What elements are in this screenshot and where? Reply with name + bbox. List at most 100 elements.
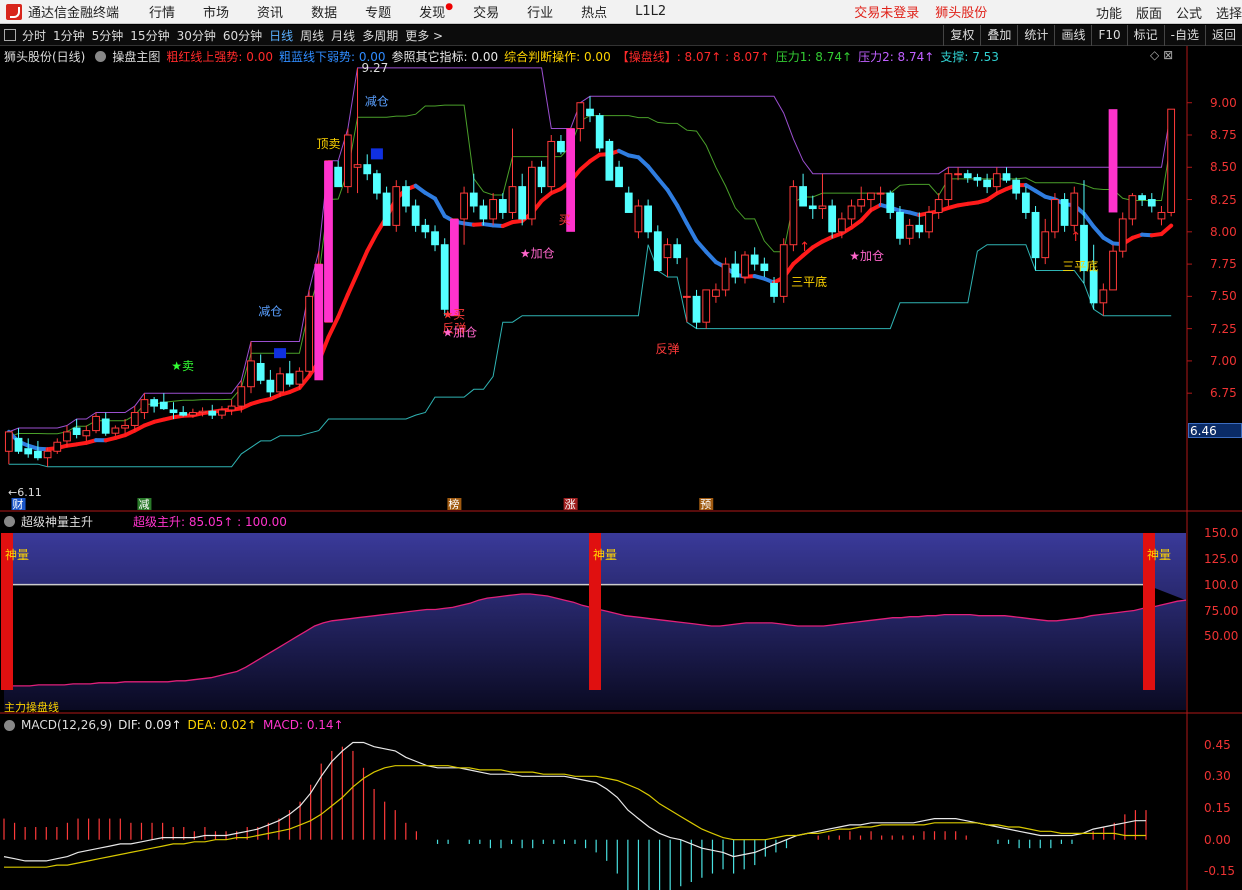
menu-item-function[interactable]: 功能 (1096, 3, 1122, 22)
sub1-value: 超级主升: 85.05↑ : 100.00 (133, 514, 287, 529)
candle-body (663, 244, 672, 259)
period-tab-monthly[interactable]: 月线 (331, 27, 355, 44)
overlay-button[interactable]: 叠加 (980, 25, 1017, 46)
operation-line-segment (355, 249, 370, 275)
login-status[interactable]: 交易未登录 (854, 2, 919, 21)
period-tab-daily[interactable]: 日线 (269, 27, 293, 44)
volume-spike-bar (1, 533, 13, 690)
candle-body (818, 205, 827, 210)
remove-watchlist-button[interactable]: -自选 (1163, 25, 1205, 46)
candle-body (34, 450, 42, 459)
operation-line-segment (6, 429, 21, 444)
candle-body (295, 370, 304, 385)
sub1-title[interactable]: 超级神量主升 (21, 513, 93, 530)
menu-item-news[interactable]: 资讯 (257, 2, 283, 21)
operation-line-segment (578, 159, 592, 172)
sub1-y-tick-label: 75.00 (1204, 603, 1239, 618)
period-tab-timeshare[interactable]: 分时 (22, 27, 46, 44)
operation-line-segment (374, 215, 389, 235)
candle-body (867, 192, 875, 201)
candle-body (498, 199, 507, 213)
candle-body (343, 134, 352, 188)
current-stock-name[interactable]: 狮头股份 (935, 2, 987, 21)
diamond-icon[interactable]: ◇ (1150, 48, 1159, 62)
operation-line-segment (675, 203, 689, 226)
back-button[interactable]: 返回 (1204, 25, 1242, 46)
menu-item-l1l2[interactable]: L1L2 (635, 4, 666, 19)
candle-body (276, 373, 284, 393)
candle-body (828, 205, 837, 233)
operation-line-segment (113, 433, 128, 440)
menu-item-industry[interactable]: 行业 (527, 2, 553, 21)
macd-y-tick-label: 0.15 (1204, 801, 1231, 815)
operation-line-segment (1052, 197, 1067, 207)
menu-item-topics[interactable]: 专题 (365, 2, 391, 21)
operation-line-segment (152, 417, 166, 424)
candle-body (576, 102, 585, 130)
macd-settings-icon[interactable] (4, 719, 15, 731)
candle-body (537, 166, 546, 188)
candle-body (760, 263, 769, 272)
period-tab-1min[interactable]: 1分钟 (53, 27, 85, 44)
candle-body (373, 173, 381, 194)
period-tab-5min[interactable]: 5分钟 (92, 27, 124, 44)
period-tab-60min[interactable]: 60分钟 (223, 27, 262, 44)
signal-annotation: 减仓 (258, 305, 282, 319)
candle-body (644, 205, 653, 233)
operation-line-segment (868, 202, 883, 213)
volume-spike-bar (1143, 533, 1155, 690)
period-tab-multi[interactable]: 多周期 (362, 27, 398, 44)
operation-line-segment (462, 221, 476, 227)
stats-button[interactable]: 统计 (1017, 25, 1054, 46)
indicator-name[interactable]: 操盘主图 (112, 48, 160, 65)
adjust-button[interactable]: 复权 (943, 25, 980, 46)
menu-item-discover[interactable]: 发现 ● (419, 2, 453, 21)
menu-item-data[interactable]: 数据 (311, 2, 337, 21)
candle-body (402, 186, 410, 207)
sub1-settings-icon[interactable] (4, 515, 15, 527)
y-tick-label: 6.75 (1210, 386, 1237, 401)
indicator-settings-icon[interactable] (95, 50, 107, 62)
period-tab-30min[interactable]: 30分钟 (177, 27, 216, 44)
operation-line-segment (1081, 211, 1096, 229)
operation-line-segment (713, 260, 728, 270)
candle-body (1147, 199, 1156, 207)
macd-title[interactable]: MACD(12,26,9) (21, 718, 112, 732)
strong-signal-bar (566, 128, 576, 232)
operation-line-segment (1140, 232, 1154, 238)
menu-item-quotes[interactable]: 行情 (149, 2, 175, 21)
period-tab-more[interactable]: 更多 > (405, 27, 443, 44)
operation-line-segment (849, 218, 864, 230)
operation-line-segment (617, 148, 631, 158)
operation-line-segment (704, 249, 718, 265)
candle-body (634, 205, 643, 233)
candle-body (324, 160, 333, 323)
candle-body (731, 263, 740, 278)
legend-pressure-1: 压力1: 8.74↑ (775, 49, 853, 64)
candle-body (1070, 192, 1079, 226)
menu-item-select[interactable]: 选择 (1216, 3, 1242, 22)
volume-spike-bar (589, 533, 601, 690)
legend-pressure-2: 压力2: 8.74↑ (858, 49, 935, 64)
period-tab-weekly[interactable]: 周线 (300, 27, 324, 44)
operation-line-segment (74, 440, 89, 447)
menu-item-hot[interactable]: 热点 (581, 2, 607, 21)
menu-item-formula[interactable]: 公式 (1176, 3, 1202, 22)
macd-y-tick-label: 0.00 (1204, 832, 1231, 847)
operation-line-segment (481, 222, 496, 228)
period-tab-15min[interactable]: 15分钟 (130, 27, 169, 44)
menu-item-layout[interactable]: 版面 (1136, 3, 1162, 22)
candle-body (4, 431, 13, 452)
signal-annotation: ★卖 (171, 359, 194, 373)
menu-item-market[interactable]: 市场 (203, 2, 229, 21)
menu-item-trade[interactable]: 交易 (473, 2, 499, 21)
draw-button[interactable]: 画线 (1054, 25, 1091, 46)
close-panel-icon[interactable]: ⊠ (1163, 48, 1173, 62)
f10-button[interactable]: F10 (1091, 25, 1126, 46)
signal-annotation: 三平底 (791, 274, 827, 289)
candle-body (808, 205, 817, 210)
event-tag: 涨 (565, 498, 576, 511)
panel-toggle-icon[interactable] (4, 29, 16, 41)
super-main-line (4, 593, 1187, 687)
mark-button[interactable]: 标记 (1126, 25, 1164, 46)
